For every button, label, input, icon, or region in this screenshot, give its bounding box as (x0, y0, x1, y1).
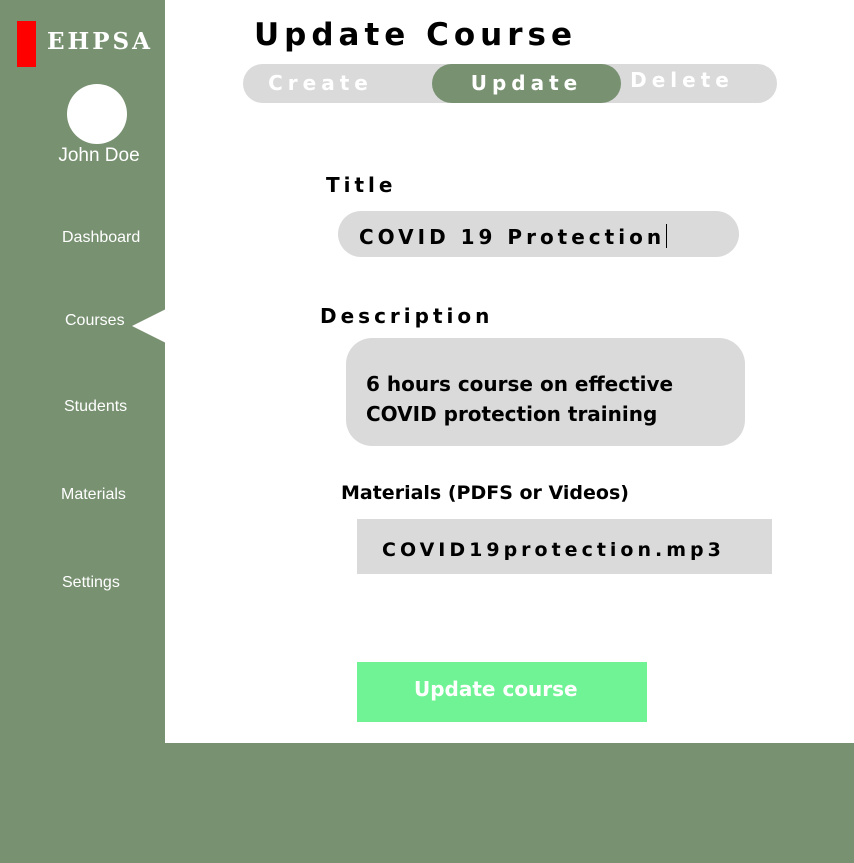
text-caret (666, 224, 668, 248)
avatar[interactable] (67, 84, 127, 144)
sidebar-item-students[interactable]: Students (64, 398, 127, 416)
update-course-button[interactable]: Update course (357, 662, 647, 722)
sidebar: EHPSA John Doe Dashboard Courses Student… (0, 0, 165, 863)
logo-mark (17, 21, 36, 67)
title-input-value: COVID 19 Protection (359, 225, 666, 249)
update-course-button-label: Update course (414, 677, 578, 701)
active-indicator-icon (132, 309, 166, 343)
materials-file-name: COVID19protection.mp3 (382, 539, 725, 561)
page-title: Update Course (254, 17, 577, 53)
action-tabs: Create Update Delete (243, 64, 777, 103)
description-textarea[interactable]: 6 hours course on effective COVID protec… (346, 338, 745, 446)
title-label: Title (326, 173, 397, 197)
tab-delete[interactable]: Delete (621, 61, 743, 100)
materials-file-field[interactable]: COVID19protection.mp3 (357, 519, 772, 574)
description-label: Description (320, 304, 494, 328)
description-line-1: 6 hours course on effective (366, 372, 674, 396)
description-line-2: COVID protection training (366, 402, 658, 426)
tab-create[interactable]: Create (243, 64, 398, 103)
sidebar-item-settings[interactable]: Settings (62, 574, 120, 592)
materials-label: Materials (PDFS or Videos) (341, 482, 629, 504)
tab-update[interactable]: Update (432, 64, 621, 103)
sidebar-item-courses[interactable]: Courses (65, 312, 125, 330)
logo-text: EHPSA (47, 28, 154, 55)
sidebar-item-dashboard[interactable]: Dashboard (62, 229, 140, 247)
title-input[interactable]: COVID 19 Protection (338, 211, 739, 257)
sidebar-item-materials[interactable]: Materials (61, 486, 126, 504)
